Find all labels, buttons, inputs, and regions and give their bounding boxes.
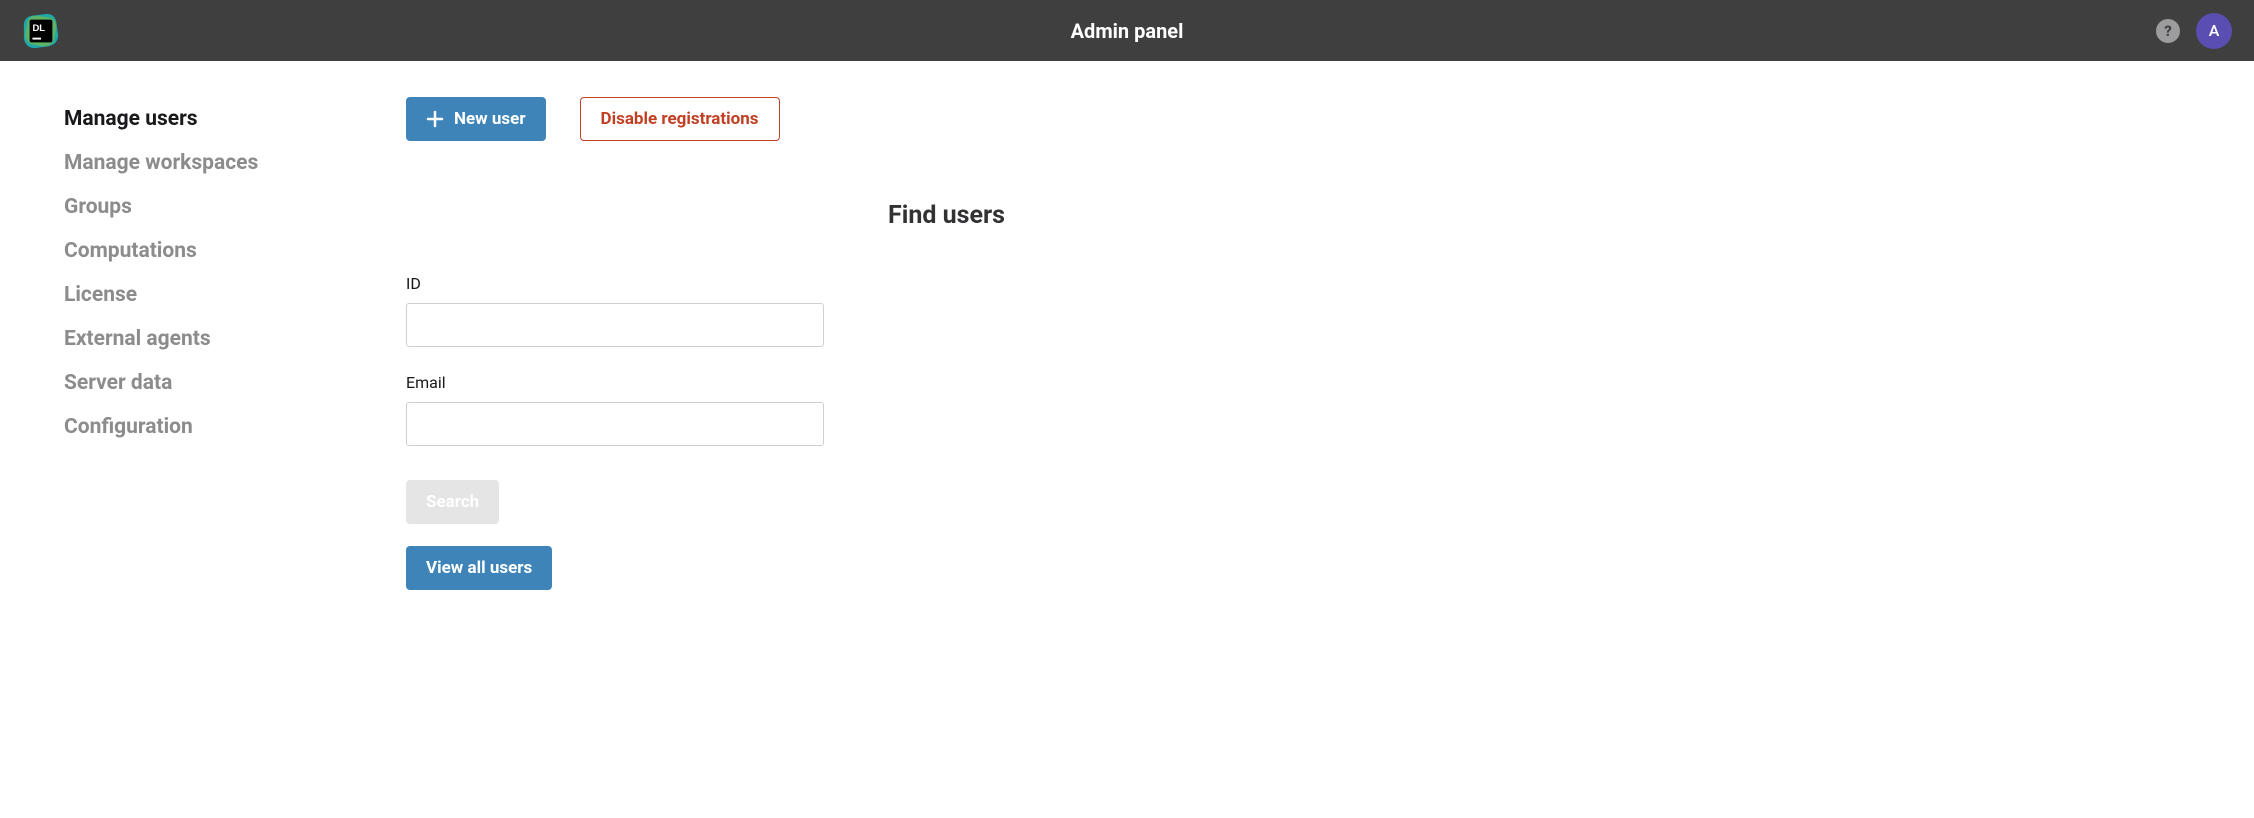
sidebar-item-external-agents[interactable]: External agents (64, 317, 390, 361)
sidebar-item-manage-users[interactable]: Manage users (64, 97, 390, 141)
sidebar-item-server-data[interactable]: Server data (64, 361, 390, 405)
sidebar-item-groups[interactable]: Groups (64, 185, 390, 229)
sidebar: Manage users Manage workspaces Groups Co… (0, 97, 390, 590)
disable-registrations-label: Disable registrations (601, 109, 759, 129)
id-label: ID (406, 274, 824, 293)
sidebar-item-manage-workspaces[interactable]: Manage workspaces (64, 141, 390, 185)
sidebar-item-computations[interactable]: Computations (64, 229, 390, 273)
main-content: New user Disable registrations Find user… (390, 97, 2254, 590)
id-input[interactable] (406, 303, 824, 347)
view-all-users-button[interactable]: View all users (406, 546, 552, 590)
page-title: Admin panel (1071, 19, 1184, 43)
help-icon[interactable]: ? (2156, 19, 2180, 43)
new-user-button[interactable]: New user (406, 97, 546, 141)
search-button[interactable]: Search (406, 480, 499, 524)
plus-icon (426, 110, 444, 128)
view-all-users-label: View all users (426, 558, 532, 578)
find-users-heading: Find users (888, 201, 2254, 230)
email-label: Email (406, 373, 824, 392)
app-logo[interactable]: DL (22, 12, 60, 50)
svg-text:DL: DL (32, 23, 45, 34)
disable-registrations-button[interactable]: Disable registrations (580, 97, 780, 141)
search-button-label: Search (426, 492, 479, 512)
new-user-label: New user (454, 109, 526, 129)
sidebar-item-license[interactable]: License (64, 273, 390, 317)
sidebar-item-configuration[interactable]: Configuration (64, 405, 390, 449)
avatar[interactable]: A (2196, 13, 2232, 49)
find-users-form: ID Email Search View all users (406, 274, 824, 590)
datalore-logo-icon: DL (22, 12, 60, 50)
email-input[interactable] (406, 402, 824, 446)
header: DL Admin panel ? A (0, 0, 2254, 61)
